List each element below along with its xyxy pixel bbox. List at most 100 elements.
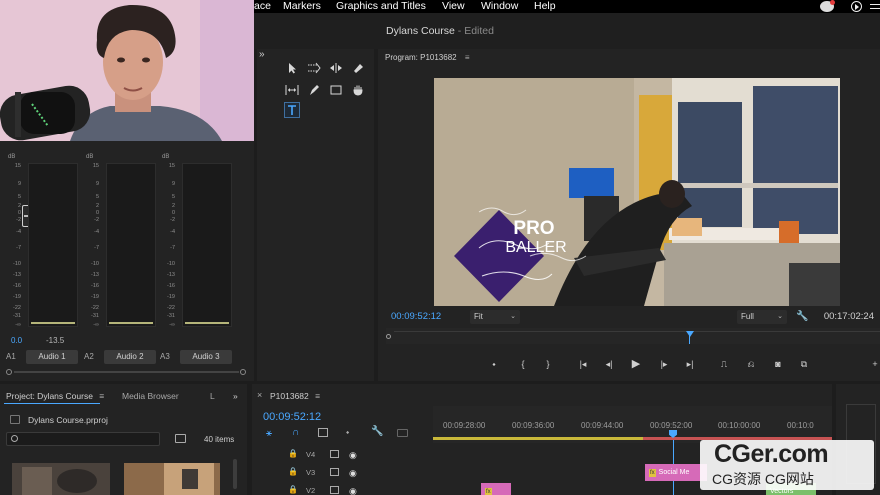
sequence-tab[interactable]: P1013682 ≡ — [270, 391, 320, 401]
creative-cloud-icon[interactable] — [820, 0, 835, 12]
ripple-edit-tool-icon[interactable] — [328, 60, 344, 76]
level-meter — [106, 163, 156, 327]
resolution-select[interactable]: Full ⌄ — [737, 310, 787, 324]
menu-item-help[interactable]: Help — [534, 0, 556, 13]
timeline-clip-social-media[interactable]: fx Social Me — [645, 464, 707, 481]
items-count: 40 items — [204, 435, 235, 444]
channel-name-button[interactable]: Audio 1 — [26, 350, 78, 364]
project-tab[interactable]: Project: Dylans Course ≡ — [6, 391, 104, 401]
project-file-icon — [10, 415, 20, 424]
meter-level-bar — [31, 322, 75, 324]
eye-icon[interactable]: ◉ — [349, 468, 357, 479]
lock-icon[interactable]: 🔒 — [288, 485, 298, 494]
db-label: dB — [162, 154, 170, 160]
go-to-in-icon[interactable]: |◂ — [576, 358, 590, 370]
libraries-tab[interactable]: L — [210, 391, 215, 401]
lock-icon[interactable]: 🔒 — [288, 449, 298, 458]
mark-out-icon[interactable]: } — [541, 358, 555, 370]
selection-tool-icon[interactable] — [284, 60, 300, 76]
extract-icon[interactable]: ⎌ — [744, 358, 758, 370]
db-label: dB — [8, 154, 16, 160]
program-current-timecode[interactable]: 00:09:52:12 — [391, 311, 441, 325]
pan-value-a1[interactable]: 0.0 — [11, 336, 22, 345]
sync-lock-icon[interactable] — [330, 468, 339, 476]
pen-tool-icon[interactable] — [306, 82, 322, 98]
timeline-settings-icon[interactable]: 🔧 — [371, 426, 383, 437]
search-icon — [11, 435, 18, 442]
menu-extras-icon[interactable] — [870, 4, 880, 9]
zoom-fit-select[interactable]: Fit ⌄ — [470, 310, 520, 324]
add-marker-icon[interactable]: ⬩ — [487, 358, 501, 370]
panel-expand-icon[interactable]: » — [259, 49, 265, 60]
video-preview[interactable]: PRO BALLER — [434, 78, 840, 306]
channel-name-button[interactable]: Audio 3 — [180, 350, 232, 364]
panel-overflow-icon[interactable]: » — [233, 391, 238, 401]
meter-level-bar — [185, 322, 229, 324]
step-back-icon[interactable]: ◂| — [602, 358, 616, 370]
play-button-icon[interactable]: ▶ — [629, 358, 643, 370]
sync-lock-icon[interactable] — [330, 486, 339, 494]
audio-meter-a3: dB 15 9 5 2 0 -2 -4 -7 -10 -13 -16 -19 -… — [160, 153, 236, 328]
media-browser-tab[interactable]: Media Browser — [122, 391, 179, 401]
go-to-out-icon[interactable]: ▸| — [683, 358, 697, 370]
track-label: V3 — [306, 468, 316, 477]
ruler-label: 00:10:0 — [787, 421, 814, 430]
menu-item-window[interactable]: Window — [481, 0, 518, 13]
sync-lock-icon[interactable] — [330, 450, 339, 458]
ruler-label: 00:09:36:00 — [512, 421, 555, 430]
media-thumbnail[interactable] — [12, 463, 110, 495]
settings-wrench-icon[interactable]: 🔧 — [796, 311, 808, 322]
mixer-scrollbar[interactable] — [6, 369, 246, 375]
media-thumbnail[interactable] — [124, 463, 220, 495]
level-meter — [182, 163, 232, 327]
razor-tool-icon[interactable] — [350, 60, 366, 76]
track-label: V4 — [306, 450, 316, 459]
track-select-tool-icon[interactable] — [306, 60, 322, 76]
ruler-label: 00:10:00:00 — [718, 421, 761, 430]
hand-tool-icon[interactable] — [350, 82, 366, 98]
new-bin-icon[interactable] — [175, 434, 186, 443]
menu-item-markers[interactable]: Markers — [283, 0, 321, 13]
audio-mixer-panel: dB 15 9 5 2 0 -2 -4 -7 -10 -13 -16 -19 -… — [0, 141, 254, 381]
timeline-clip-graphic[interactable]: fx — [481, 483, 511, 495]
pan-value-a1-level: -13.5 — [46, 336, 65, 345]
video-frame-image: PRO BALLER — [434, 78, 840, 306]
program-monitor-tab[interactable]: Program: P1013682 ≡ — [385, 53, 470, 62]
channel-id: A1 — [6, 352, 16, 361]
channel-id: A2 — [84, 352, 94, 361]
program-monitor-panel: Program: P1013682 ≡ PRO BALLER 00:09:52:… — [378, 49, 880, 381]
timeline-timecode[interactable]: 00:09:52:12 — [263, 411, 321, 423]
eye-icon[interactable]: ◉ — [349, 450, 357, 461]
program-scrubber[interactable] — [386, 328, 880, 344]
comparison-view-icon[interactable]: ⧉ — [797, 358, 811, 370]
lift-icon[interactable]: ⎍ — [717, 358, 731, 370]
linked-selection-icon[interactable]: ∩ — [292, 427, 299, 438]
rectangle-tool-icon[interactable] — [328, 82, 344, 98]
eye-icon[interactable]: ◉ — [349, 486, 357, 495]
type-tool-icon[interactable] — [284, 102, 300, 118]
add-marker-icon[interactable]: ⬩ — [346, 427, 349, 438]
project-panel: Project: Dylans Course ≡ Media Browser L… — [0, 384, 247, 495]
add-button-icon[interactable]: + — [868, 358, 880, 370]
lock-icon[interactable]: 🔒 — [288, 467, 298, 476]
step-forward-icon[interactable]: |▸ — [657, 358, 671, 370]
menu-item-sequence[interactable]: ace — [254, 0, 271, 13]
meter-level-bar — [109, 322, 153, 324]
export-frame-camera-icon[interactable]: ◙ — [771, 358, 785, 370]
insert-sequence-icon[interactable] — [318, 428, 328, 437]
mark-in-icon[interactable]: { — [516, 358, 530, 370]
snap-icon[interactable]: ⚹ — [266, 428, 272, 439]
timeline-ruler[interactable]: 00:09:28:00 00:09:36:00 00:09:44:00 00:0… — [433, 406, 832, 443]
menu-item-view[interactable]: View — [442, 0, 465, 13]
presenter-image — [0, 0, 254, 141]
program-playhead[interactable] — [686, 331, 694, 337]
program-duration-timecode: 00:17:02:24 — [823, 311, 874, 322]
play-status-icon[interactable] — [851, 1, 862, 12]
close-tab-icon[interactable]: × — [257, 390, 262, 400]
channel-name-button[interactable]: Audio 2 — [104, 350, 156, 364]
slip-tool-icon[interactable] — [284, 82, 300, 98]
project-scrollbar[interactable] — [233, 459, 237, 489]
project-search-input[interactable] — [6, 432, 160, 446]
captions-icon[interactable] — [397, 429, 408, 437]
menu-item-graphics-and-titles[interactable]: Graphics and Titles — [336, 0, 426, 13]
